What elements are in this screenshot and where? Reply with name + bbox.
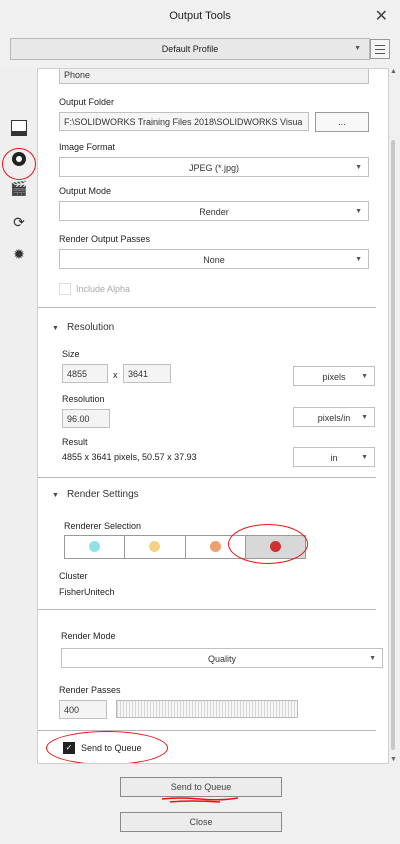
render-passes-slider[interactable]	[116, 700, 298, 718]
chevron-down-icon: ▼	[355, 164, 362, 171]
divider	[38, 477, 376, 478]
render-settings-heading: Render Settings	[66, 489, 139, 500]
device-field[interactable]: Phone	[59, 69, 369, 84]
size-label: Size	[62, 349, 80, 359]
width-field[interactable]: 4855	[62, 364, 108, 383]
sidebar: 🎬 ⟳ ✹	[0, 68, 37, 758]
output-settings-panel: Phone Output Folder F:\SOLIDWORKS Traini…	[37, 68, 389, 764]
chevron-down-icon: ▼	[361, 414, 368, 421]
divider	[38, 307, 376, 308]
annotation-circle-camera	[2, 148, 36, 180]
chevron-down-icon: ▼	[355, 256, 362, 263]
include-alpha-label: Include Alpha	[76, 284, 131, 294]
resolution-unit-value: pixels/in	[317, 413, 351, 423]
chevron-down-icon: ▼	[361, 373, 368, 380]
collapse-triangle-icon: ▼	[52, 492, 59, 499]
output-mode-value: Render	[199, 207, 229, 217]
chevron-down-icon: ▼	[355, 208, 362, 215]
title-bar: Output Tools ✕	[0, 0, 400, 34]
render-mode-label: Render Mode	[61, 631, 116, 641]
resolution-section-header[interactable]: ▼ Resolution	[52, 322, 114, 333]
scrollbar-thumb[interactable]	[391, 140, 395, 750]
resolution-field[interactable]: 96.00	[62, 409, 110, 428]
size-unit-dropdown[interactable]: pixels ▼	[293, 366, 375, 386]
profile-dropdown[interactable]: Default Profile ▼	[10, 38, 370, 60]
profile-value: Default Profile	[161, 44, 219, 54]
animation-clapper-icon[interactable]: 🎬	[10, 180, 28, 196]
renderer-option-preview[interactable]	[65, 536, 126, 558]
image-format-label: Image Format	[59, 142, 116, 152]
scroll-down-icon[interactable]: ▼	[390, 756, 397, 763]
preview-renderer-icon	[89, 541, 100, 552]
chevron-down-icon: ▼	[369, 655, 376, 662]
image-output-icon[interactable]	[10, 120, 28, 136]
profile-row: Default Profile ▼	[10, 38, 390, 60]
annotation-underline	[161, 797, 239, 803]
image-format-value: JPEG (*.jpg)	[188, 163, 239, 173]
browse-button[interactable]: ...	[315, 112, 369, 132]
render-mode-value: Quality	[207, 654, 236, 664]
include-alpha-checkbox[interactable]	[59, 283, 71, 295]
annotation-circle-queue	[46, 731, 168, 763]
render-settings-section-header[interactable]: ▼ Render Settings	[52, 489, 139, 500]
output-passes-label: Render Output Passes	[59, 234, 151, 244]
chevron-down-icon: ▼	[354, 45, 361, 52]
result-label: Result	[62, 437, 88, 447]
output-folder-field[interactable]: F:\SOLIDWORKS Training Files 2018\SOLIDW…	[59, 112, 309, 131]
close-icon[interactable]: ✕	[375, 6, 388, 26]
resolution-unit-dropdown[interactable]: pixels/in ▼	[293, 407, 375, 427]
result-unit-dropdown[interactable]: in ▼	[293, 447, 375, 467]
collapse-triangle-icon: ▼	[52, 325, 59, 332]
chevron-down-icon: ▼	[361, 454, 368, 461]
output-mode-dropdown[interactable]: Render ▼	[59, 201, 369, 221]
render-mode-dropdown[interactable]: Quality ▼	[61, 648, 383, 668]
divider	[38, 609, 376, 610]
render-passes-label: Render Passes	[59, 685, 121, 695]
scroll-up-icon[interactable]: ▲	[390, 68, 397, 75]
size-unit-value: pixels	[322, 372, 346, 382]
output-mode-label: Output Mode	[59, 186, 112, 196]
image-format-dropdown[interactable]: JPEG (*.jpg) ▼	[59, 157, 369, 177]
turntable-icon[interactable]: ⟳	[10, 214, 28, 230]
fast-renderer-icon	[149, 541, 161, 552]
output-passes-dropdown[interactable]: None ▼	[59, 249, 369, 269]
height-field[interactable]: 3641	[123, 364, 171, 383]
cluster-value: FisherUnitech	[59, 587, 115, 597]
output-folder-label: Output Folder	[59, 97, 115, 107]
panel-scrollbar[interactable]: ▲ ▼	[388, 68, 398, 768]
profile-menu-button[interactable]	[370, 39, 390, 59]
settings-gear-icon[interactable]: ✹	[10, 246, 28, 262]
output-passes-value: None	[203, 255, 225, 265]
window-title: Output Tools	[169, 10, 231, 22]
size-separator: x	[113, 370, 118, 380]
resolution-label: Resolution	[62, 394, 105, 404]
send-to-queue-button[interactable]: Send to Queue	[120, 777, 282, 797]
close-button[interactable]: Close	[120, 812, 282, 832]
render-passes-field[interactable]: 400	[59, 700, 107, 719]
result-value: 4855 x 3641 pixels, 50.57 x 37.93	[62, 452, 197, 462]
quality-renderer-icon	[209, 541, 221, 552]
resolution-heading: Resolution	[66, 322, 115, 333]
hamburger-icon	[375, 45, 385, 46]
result-unit-value: in	[330, 453, 338, 463]
renderer-option-fast[interactable]	[125, 536, 186, 558]
renderer-selection-label: Renderer Selection	[64, 521, 142, 531]
cluster-label: Cluster	[59, 571, 88, 581]
annotation-circle-renderer	[228, 524, 308, 564]
